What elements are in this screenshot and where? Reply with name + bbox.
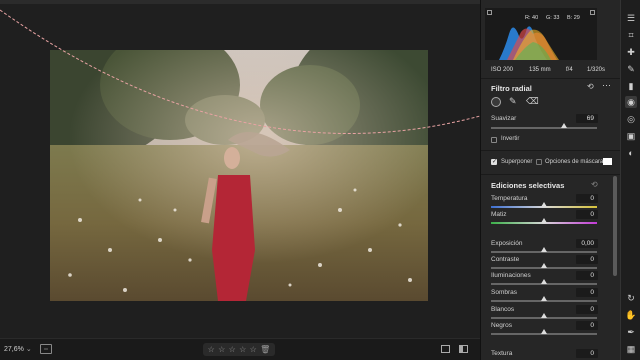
star-icon[interactable]: ☆: [239, 345, 246, 354]
snapshots-icon[interactable]: ▣: [625, 130, 637, 142]
overlay-color-swatch[interactable]: [603, 158, 612, 165]
mask-options-checkbox[interactable]: [536, 159, 542, 165]
slider-thumb[interactable]: [541, 279, 547, 284]
aperture-info: f/4: [566, 67, 573, 73]
compare-view-icon[interactable]: [459, 345, 468, 353]
single-view-icon[interactable]: [441, 345, 450, 353]
overlay-checkbox[interactable]: [491, 158, 497, 165]
star-icon[interactable]: ☆: [218, 345, 225, 354]
slider-thumb[interactable]: [541, 329, 547, 334]
slider-value[interactable]: 0: [576, 305, 598, 314]
trash-icon[interactable]: 🗑: [260, 345, 270, 354]
mask-brush-icon[interactable]: [491, 97, 501, 107]
star-icon[interactable]: ☆: [208, 345, 215, 354]
photo-preview[interactable]: [50, 50, 428, 301]
crop-icon[interactable]: ⌗: [625, 29, 637, 41]
red-eye-icon[interactable]: ◎: [625, 113, 637, 125]
radial-filter-icon[interactable]: ◉: [625, 96, 637, 108]
slider-thumb[interactable]: [541, 313, 547, 318]
slider-value[interactable]: 0: [576, 321, 598, 330]
slider-label: Negros: [491, 322, 512, 329]
histogram: R: 40 G: 33 B: 29: [485, 8, 597, 60]
fit-screen-button[interactable]: ▭: [40, 344, 52, 354]
slider-label: Matiz: [491, 211, 507, 218]
rating-bar: ☆ ☆ ☆ ☆ ☆ 🗑: [203, 343, 275, 356]
invert-label: Invertir: [501, 136, 520, 142]
star-icon[interactable]: ☆: [250, 345, 257, 354]
invert-checkbox[interactable]: [491, 137, 497, 143]
hand-icon[interactable]: ✋: [625, 309, 637, 321]
slider-label: Blancos: [491, 306, 515, 313]
slider-value[interactable]: 0: [576, 210, 598, 219]
shutter-info: 1/320s: [587, 67, 606, 73]
eraser-icon[interactable]: ⌫: [526, 96, 539, 107]
divider: [481, 174, 621, 175]
reset-icon[interactable]: ⟲: [591, 180, 598, 189]
canvas-area[interactable]: [0, 4, 480, 338]
edit-icon[interactable]: ☰: [625, 12, 637, 24]
histogram-graph: [499, 26, 559, 60]
divider: [481, 150, 621, 151]
slider-value[interactable]: 0: [576, 194, 598, 203]
brush-icon[interactable]: ✎: [625, 63, 637, 75]
chevron-down-icon: ⌄: [25, 346, 32, 353]
slider-label: Textura: [491, 350, 513, 357]
star-icon[interactable]: ☆: [229, 345, 236, 354]
edit-panel: R: 40 G: 33 B: 29 ISO 200 135 mm f/4 1/3…: [480, 0, 621, 360]
divider: [481, 78, 621, 79]
slider-thumb[interactable]: [541, 202, 547, 207]
filmstrip-bar: 27,6% ⌄ ▭ ☆ ☆ ☆ ☆ ☆ 🗑: [0, 338, 480, 360]
slider-value[interactable]: 0: [576, 349, 598, 358]
reset-icon[interactable]: ⟲: [587, 82, 594, 91]
slider-thumb[interactable]: [541, 296, 547, 301]
iso-info: ISO 200: [491, 67, 514, 73]
slider-value[interactable]: 0,00: [576, 239, 598, 248]
healing-icon[interactable]: ✚: [625, 46, 637, 58]
tool-strip: ☰ ⌗ ✚ ✎ ▮ ◉ ◎ ▣ ◐ ↻ ✋ ✒ ▦: [620, 0, 640, 360]
focal-length-info: 135 mm: [529, 67, 551, 73]
overlay-label: Superponer: [501, 159, 533, 165]
slider-label: Contraste: [491, 256, 520, 263]
graduated-filter-icon[interactable]: ▮: [625, 80, 637, 92]
slider-value[interactable]: 0: [576, 255, 598, 264]
feather-slider-thumb[interactable]: [561, 123, 568, 128]
brush-add-icon[interactable]: ✎: [509, 96, 517, 107]
slider-label: Sombras: [491, 289, 518, 296]
radial-filter-title: Filtro radial: [491, 84, 532, 93]
slider-value[interactable]: 0: [576, 271, 598, 280]
feather-slider-track[interactable]: [491, 127, 597, 129]
mask-options-label[interactable]: Opciones de máscara: [545, 159, 603, 165]
eyedropper-icon[interactable]: ✒: [625, 326, 637, 338]
slider-value[interactable]: 0: [576, 288, 598, 297]
slider-thumb[interactable]: [541, 247, 547, 252]
selective-edits-title: Ediciones selectivas: [491, 181, 565, 190]
feather-value[interactable]: 69: [576, 114, 598, 123]
more-options-icon[interactable]: ⋯: [602, 80, 611, 91]
presets-icon[interactable]: ◐: [625, 147, 637, 159]
feather-label: Suavizar: [491, 115, 517, 122]
zoom-level: 27,6%: [4, 346, 24, 353]
slider-thumb[interactable]: [541, 263, 547, 268]
rotate-icon[interactable]: ↻: [625, 292, 637, 304]
zoom-control[interactable]: 27,6% ⌄: [4, 345, 32, 353]
photo-image: [50, 50, 428, 301]
slider-label: Temperatura: [491, 195, 528, 202]
slider-thumb[interactable]: [541, 218, 547, 223]
slider-label: Exposición: [491, 240, 523, 247]
slider-label: Iluminaciones: [491, 272, 531, 279]
grid-icon[interactable]: ▦: [625, 343, 637, 355]
panel-scrollbar[interactable]: [613, 176, 617, 276]
